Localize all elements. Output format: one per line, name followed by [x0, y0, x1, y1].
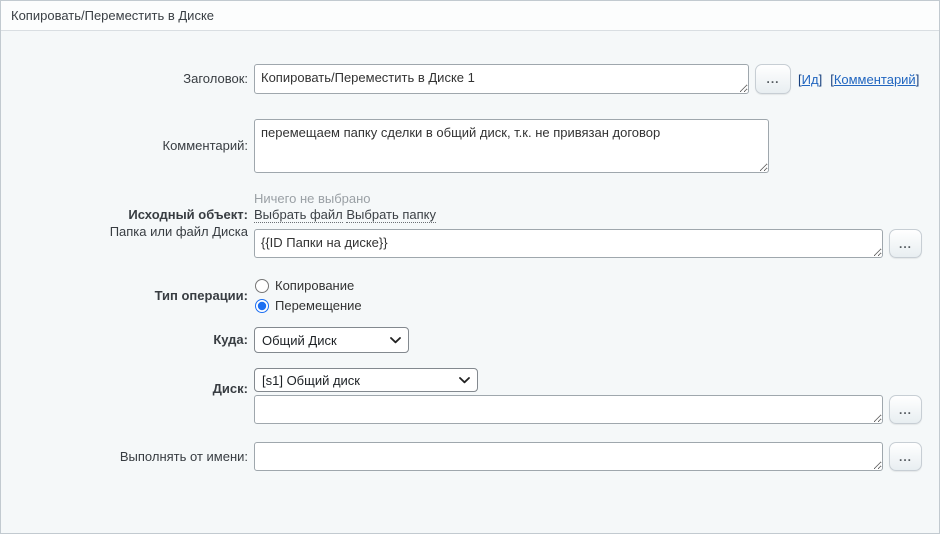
target-label: Куда:	[1, 332, 248, 347]
title-label: Заголовок:	[1, 71, 248, 86]
chevron-down-icon	[459, 377, 470, 384]
run-as-more-button[interactable]: ...	[889, 442, 922, 471]
title-more-button[interactable]: ...	[755, 64, 791, 94]
copy-radio-label[interactable]: Копирование	[275, 278, 354, 293]
operation-type-label: Тип операции:	[1, 288, 248, 303]
nothing-selected-text: Ничего не выбрано	[254, 191, 371, 206]
comment-input[interactable]: перемещаем папку сделки в общий диск, т.…	[254, 119, 769, 173]
source-object-more-button[interactable]: ...	[889, 229, 922, 258]
bracket-close: ]	[916, 72, 920, 87]
title-links: [Ид][Комментарий]	[798, 72, 919, 87]
run-as-input[interactable]	[254, 442, 883, 471]
run-as-label: Выполнять от имени:	[1, 449, 248, 464]
chevron-down-icon	[390, 337, 401, 344]
move-radio-label[interactable]: Перемещение	[275, 298, 362, 313]
disk-more-button[interactable]: ...	[889, 395, 922, 424]
choose-file-link[interactable]: Выбрать файл	[254, 207, 343, 223]
choose-folder-link[interactable]: Выбрать папку	[346, 207, 436, 223]
source-choose-links: Выбрать файл Выбрать папку	[254, 207, 436, 222]
disk-input[interactable]	[254, 395, 883, 424]
target-select-value: Общий Диск	[262, 333, 337, 348]
move-radio[interactable]	[255, 299, 269, 313]
operation-move-option[interactable]: Перемещение	[255, 298, 362, 313]
workflow-action-dialog: Копировать/Переместить в Диске Заголовок…	[0, 0, 940, 534]
id-link[interactable]: Ид	[802, 72, 819, 87]
dialog-header: Копировать/Переместить в Диске	[1, 1, 939, 31]
dialog-title: Копировать/Переместить в Диске	[11, 8, 214, 23]
copy-radio[interactable]	[255, 279, 269, 293]
disk-select-value: [s1] Общий диск	[262, 373, 360, 388]
target-select[interactable]: Общий Диск	[254, 327, 409, 353]
source-object-input[interactable]: {{ID Папки на диске}}	[254, 229, 883, 258]
disk-select[interactable]: [s1] Общий диск	[254, 368, 478, 392]
source-object-label: Исходный объект:	[1, 207, 248, 222]
bracket-close: ]	[819, 72, 823, 87]
source-object-sublabel: Папка или файл Диска	[1, 224, 248, 239]
comment-label: Комментарий:	[1, 138, 248, 153]
title-input[interactable]: Копировать/Переместить в Диске 1	[254, 64, 749, 94]
operation-copy-option[interactable]: Копирование	[255, 278, 354, 293]
disk-label: Диск:	[1, 381, 248, 396]
comment-link[interactable]: Комментарий	[834, 72, 916, 87]
